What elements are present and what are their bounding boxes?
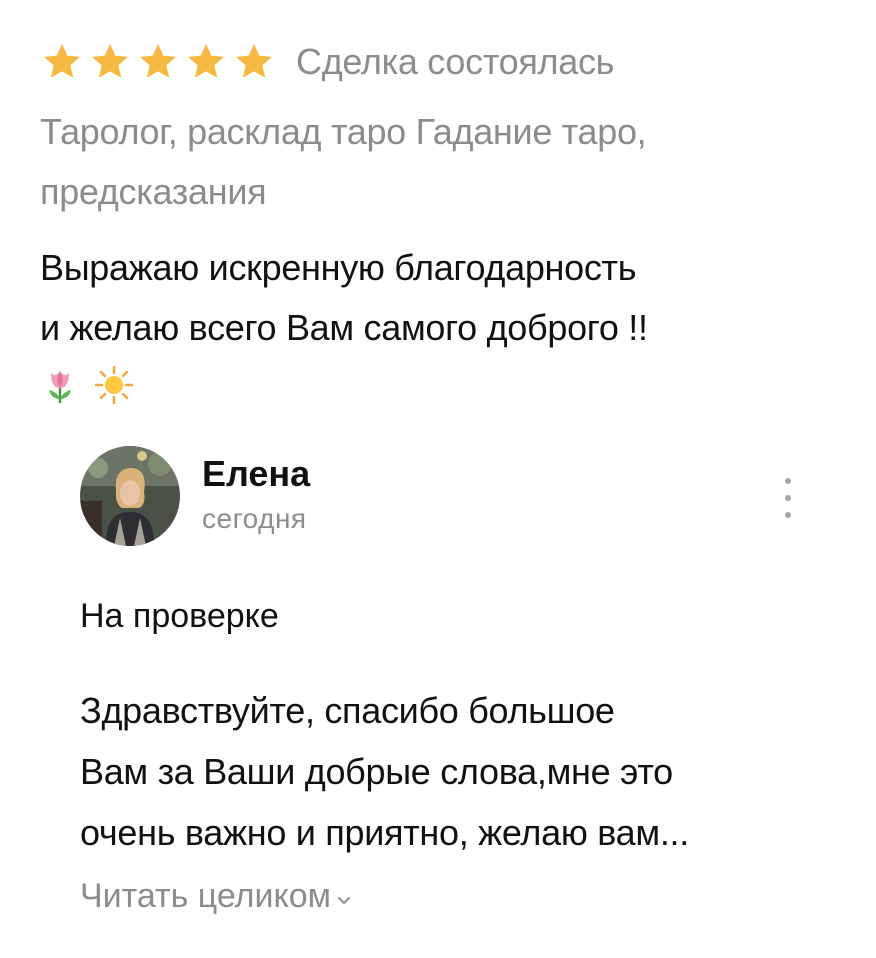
deal-status: Сделка состоялась: [296, 41, 615, 82]
review-card: Сделка состоялась Таролог, расклад таро …: [40, 30, 840, 410]
review-text-line: и желаю всего Вам самого доброго !!: [40, 307, 648, 348]
seller-reply: Елена сегодня На проверке Здравствуйте, …: [80, 444, 820, 916]
star-icon: [188, 44, 224, 78]
more-vertical-icon[interactable]: [778, 478, 798, 518]
sun-icon: [94, 365, 134, 405]
menu-dot: [785, 478, 791, 484]
star-icon: [236, 44, 272, 78]
star-rating: [40, 40, 276, 84]
emoji-row: [40, 360, 840, 410]
author-block: Елена сегодня: [202, 451, 310, 541]
menu-dot: [785, 495, 791, 501]
menu-dot: [785, 512, 791, 518]
star-icon: [92, 44, 128, 78]
review-text-line: Выражаю искренную благодарность: [40, 247, 637, 288]
reply-text-line: очень важно и приятно, желаю вам...: [80, 812, 689, 853]
read-more-link[interactable]: Читать целиком: [80, 877, 351, 916]
avatar[interactable]: [80, 446, 180, 546]
star-icon: [44, 44, 80, 78]
moderation-status: На проверке: [80, 597, 279, 635]
chevron-down-icon: [337, 896, 350, 904]
author-name[interactable]: Елена: [202, 451, 310, 497]
read-more-label: Читать целиком: [80, 877, 331, 915]
reply-text-line: Здравствуйте, спасибо большое: [80, 690, 615, 731]
reply-text: Здравствуйте, спасибо большое Вам за Ваш…: [80, 680, 820, 863]
star-icon: [140, 44, 176, 78]
rating-row: Сделка состоялась: [40, 30, 840, 94]
review-text: Выражаю искренную благодарность и желаю …: [40, 238, 840, 358]
reply-date: сегодня: [202, 503, 307, 534]
service-name: Таролог, расклад таро Гадание таро, пред…: [40, 111, 647, 212]
reply-header: Елена сегодня: [80, 444, 820, 548]
tulip-icon: [49, 371, 71, 403]
reply-text-line: Вам за Ваши добрые слова,мне это: [80, 751, 673, 792]
